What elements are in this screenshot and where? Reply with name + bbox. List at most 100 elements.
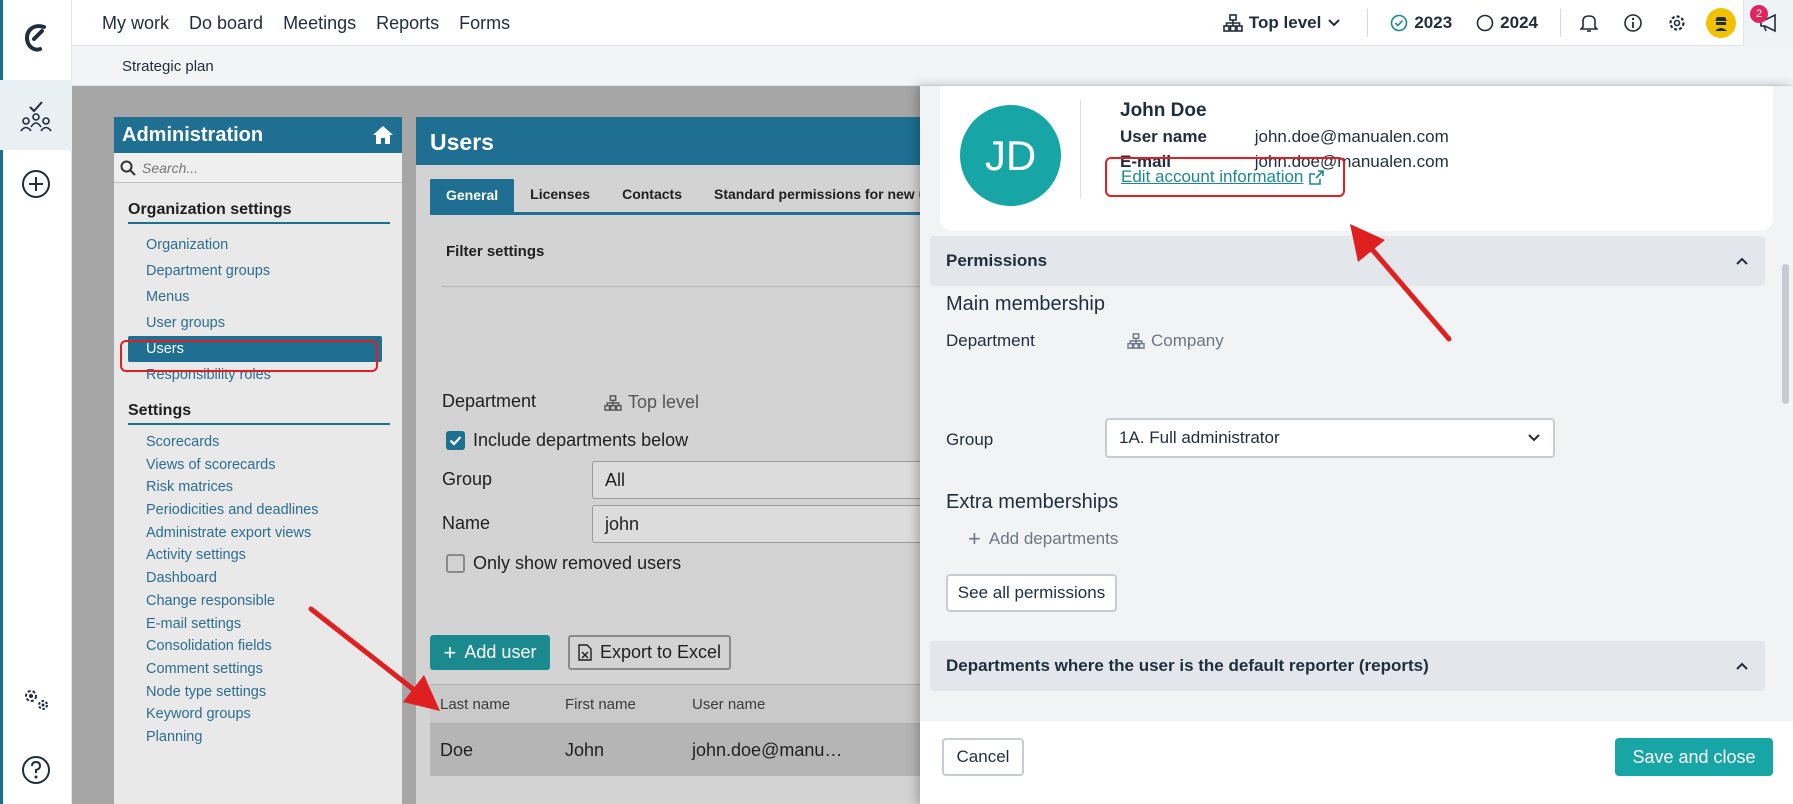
logo[interactable] [0,14,72,62]
department-value[interactable]: Top level [604,392,699,413]
tab-licenses[interactable]: Licenses [514,186,606,212]
admin-nav-periodicities[interactable]: Periodicities and deadlines [114,499,402,522]
export-excel-label: Export to Excel [599,642,722,662]
user-avatar-button[interactable] [1699,0,1743,46]
users-panel: Users General Licenses Contacts Standard… [416,117,982,804]
org-settings-title: Organization settings [128,201,390,224]
main-membership-title: Main membership [946,293,1105,315]
permissions-accordion[interactable]: Permissions [930,236,1765,286]
removed-users-option[interactable]: Only show removed users [446,553,681,574]
admin-nav-user-groups[interactable]: User groups [114,310,402,336]
admin-nav-consolidation-fields[interactable]: Consolidation fields [114,635,402,658]
cancel-button[interactable]: Cancel [942,738,1024,776]
admin-nav-views-of-scorecards[interactable]: Views of scorecards [114,454,402,477]
rail-add-button[interactable] [0,164,72,204]
permissions-title: Permissions [946,251,1048,270]
removed-users-checkbox[interactable] [446,554,465,573]
admin-nav-change-responsible[interactable]: Change responsible [114,590,402,613]
col-user-name[interactable]: User name [692,685,765,723]
users-table-header: Last name First name User name [430,684,976,724]
search-icon [120,160,136,176]
drawer-scrollbar[interactable] [1782,264,1789,404]
administration-panel: Administration Organization settings Org… [114,117,402,804]
info-button[interactable] [1611,0,1655,46]
admin-nav-keyword-groups[interactable]: Keyword groups [114,703,402,726]
chevron-down-icon [1528,434,1540,442]
nav-my-work[interactable]: My work [102,13,169,34]
table-row[interactable]: Doe John john.doe@manu… [430,724,976,776]
see-all-permissions-button[interactable]: See all permissions [946,574,1117,612]
nav-forms[interactable]: Forms [459,13,510,34]
external-link-icon [1309,169,1325,185]
save-close-button[interactable]: Save and close [1615,738,1773,776]
username-label: User name [1120,127,1207,146]
admin-nav-scorecards[interactable]: Scorecards [114,431,402,454]
export-excel-button[interactable]: Export to Excel [568,635,731,670]
admin-nav-planning[interactable]: Planning [114,726,402,749]
extra-memberships-title: Extra memberships [946,491,1119,513]
col-first-name[interactable]: First name [565,685,636,723]
user-full-name: John Doe [1120,100,1207,121]
excel-file-icon [578,644,592,661]
add-user-label: Add user [464,642,537,662]
strategic-plan-link[interactable]: Strategic plan [122,58,214,75]
home-icon[interactable] [372,125,394,145]
admin-nav-risk-matrices[interactable]: Risk matrices [114,476,402,499]
add-departments-button[interactable]: + Add departments [968,528,1118,550]
year-next-label: 2024 [1500,13,1538,32]
col-last-name[interactable]: Last name [440,685,510,723]
administration-header: Administration [114,117,402,153]
nav-reports[interactable]: Reports [376,13,439,34]
tab-standard-permissions[interactable]: Standard permissions for new us [698,186,951,212]
include-departments-option[interactable]: Include departments below [446,430,688,451]
default-reporter-accordion[interactable]: Departments where the user is the defaul… [930,641,1765,691]
announcements-button[interactable]: 2 [1743,0,1793,46]
admin-nav-dashboard[interactable]: Dashboard [114,567,402,590]
include-departments-label: Include departments below [473,430,689,450]
main-department-label: Department [946,331,1035,350]
divider [442,286,976,287]
divider [1367,9,1369,37]
admin-nav-organization[interactable]: Organization [114,232,402,258]
add-user-button[interactable]: + Add user [430,635,550,670]
notifications-button[interactable] [1567,0,1611,46]
checkmark-icon [449,436,462,446]
nav-do-board[interactable]: Do board [189,13,263,34]
rail-settings-button[interactable] [0,682,72,718]
top-right-tools: Top level 2023 2024 2 [1223,0,1793,46]
admin-nav-activity-settings[interactable]: Activity settings [114,544,402,567]
admin-nav-comment-settings[interactable]: Comment settings [114,658,402,681]
admin-nav-menus[interactable]: Menus [114,284,402,310]
user-detail-drawer: JD John Doe User name john.doe@manualen.… [920,86,1793,804]
admin-nav-email-settings[interactable]: E-mail settings [114,613,402,636]
year-2023[interactable]: 2023 [1390,13,1452,33]
include-departments-checkbox[interactable] [446,431,465,450]
edit-account-link[interactable]: Edit account information [1105,157,1345,197]
admin-nav-export-views[interactable]: Administrate export views [114,522,402,545]
admin-search-input[interactable] [142,159,382,176]
main-group-value: 1A. Full administrator [1119,428,1280,447]
tab-contacts[interactable]: Contacts [606,186,698,212]
year-2024[interactable]: 2024 [1476,13,1538,33]
rail-help-button[interactable] [0,750,72,790]
sub-bar: Strategic plan [72,46,1793,86]
tab-general[interactable]: General [430,179,515,212]
team-goal-icon [20,101,52,132]
main-group-label: Group [946,430,994,449]
username-row: User name john.doe@manualen.com [1120,127,1449,147]
empty-circle-icon [1476,14,1494,32]
top-bar: My work Do board Meetings Reports Forms … [72,0,1793,46]
users-highlight [120,340,378,372]
help-icon [22,756,50,784]
name-label: Name [442,513,491,533]
admin-nav-node-type-settings[interactable]: Node type settings [114,681,402,704]
top-level-selector[interactable]: Top level [1223,13,1341,33]
main-department-value[interactable]: Company [1127,331,1224,351]
divider [1080,100,1081,198]
settings-button[interactable] [1655,0,1699,46]
nav-meetings[interactable]: Meetings [283,13,356,34]
rail-team-button[interactable] [0,80,72,150]
notification-badge: 2 [1750,5,1768,23]
admin-nav-department-groups[interactable]: Department groups [114,258,402,284]
main-group-select[interactable]: 1A. Full administrator [1105,418,1555,458]
